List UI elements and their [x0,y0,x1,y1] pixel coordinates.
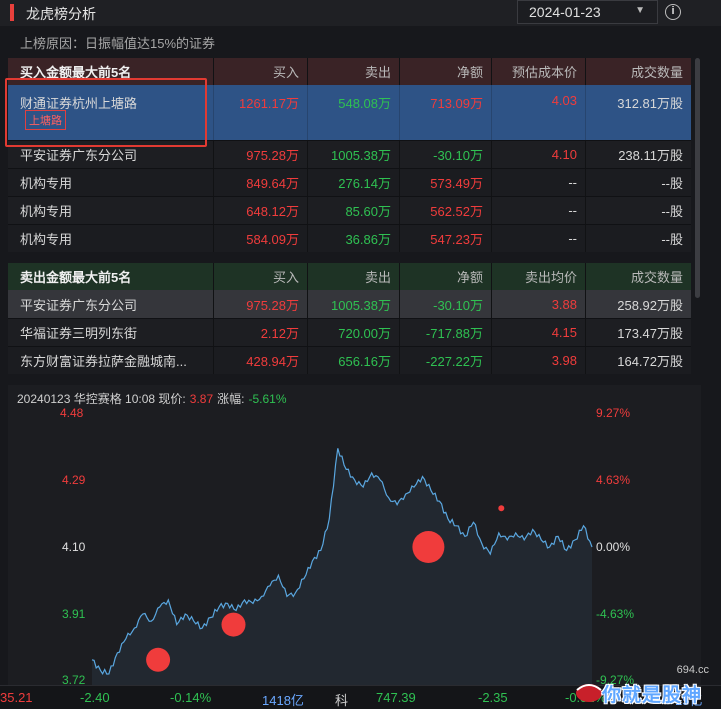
watermark-site: 694.cc [676,664,709,676]
volume: 312.81万股 [617,96,683,111]
accent-bar [10,4,14,21]
ticker-market: 科 [335,693,349,708]
avg-sell-price: 3.88 [492,290,586,318]
ticker-value: 35.21 [0,690,33,705]
ticker-change: -2.40 [80,690,110,705]
cost-price: 4.10 [492,141,586,168]
net-amount: 573.49万 [400,169,492,196]
net-amount: -717.88万 [400,319,492,346]
sell-amount: 1005.38万 [308,141,400,168]
sell-amount: 276.14万 [308,169,400,196]
table-row[interactable]: 机构专用 648.12万 85.60万 562.52万 -- --股 [8,196,691,224]
listing-reason: 上榜原因：日振幅值达15%的证券 [20,36,216,51]
volume: --股 [661,232,683,247]
net-amount: -227.22万 [400,347,492,374]
table-row[interactable]: 机构专用 849.64万 276.14万 573.49万 -- --股 [8,168,691,196]
sell-amount: 85.60万 [308,197,400,224]
net-amount: 547.23万 [400,225,492,252]
date-value: 2024-01-23 [529,4,601,20]
buy-amount: 2.12万 [214,319,308,346]
buy-amount: 975.28万 [214,141,308,168]
seat-name: 平安证券广东分公司 [8,290,214,318]
ticker-percent: -0.14% [170,690,212,705]
table-row[interactable]: 华福证券三明列东街 2.12万 720.00万 -717.88万 4.15 17… [8,318,691,346]
avg-sell-price: 4.15 [492,319,586,346]
net-amount: -30.10万 [400,290,492,318]
buy-amount: 584.09万 [214,225,308,252]
buy-header-buy: 买入 [214,58,308,85]
net-amount: -30.10万 [400,141,492,168]
seat-name: 机构专用 [8,197,214,224]
buy-header-price: 预估成本价 [492,58,586,85]
buy-amount: 1261.17万 [214,85,308,140]
buy-amount: 975.28万 [214,290,308,318]
volume: 164.72万股 [617,354,683,369]
ticker-value: 747.39 [376,690,416,705]
volume: --股 [661,176,683,191]
avg-sell-price: 3.98 [492,347,586,374]
trade-marker [221,612,246,637]
trade-marker [498,505,505,512]
seat-name: 华福证券三明列东街 [8,319,214,346]
seat-name: 机构专用 [8,169,214,196]
buy-amount: 428.94万 [214,347,308,374]
ticker-change: -2.35 [478,690,508,705]
info-icon[interactable]: i [665,4,681,20]
cost-price: -- [492,197,586,224]
sell-table-header: 卖出金额最大前5名 买入 卖出 净额 卖出均价 成交数量 [8,263,691,290]
date-dropdown[interactable]: 2024-01-23 ▼ [517,0,658,24]
intraday-chart: 20240123 华控赛格 10:08 现价: 3.87 涨幅: -5.61% 4.4… [8,385,701,687]
volume: --股 [661,204,683,219]
volume: 238.11万股 [618,148,683,163]
table-row[interactable]: 东方财富证券拉萨金融城南... 428.94万 656.16万 -227.22万… [8,346,691,374]
buy-header-qty: 成交数量 [630,65,683,80]
trade-marker [146,647,171,672]
sell-header-net: 净额 [400,263,492,290]
trade-marker [412,531,445,563]
seat-name: 机构专用 [8,225,214,252]
cost-price: -- [492,169,586,196]
chevron-down-icon: ▼ [635,5,645,16]
panel-header: 龙虎榜分析 2024-01-23 ▼ i [0,0,721,26]
net-amount: 562.52万 [400,197,492,224]
sell-amount: 548.08万 [308,85,400,140]
chart-plot [91,448,593,685]
buy-amount: 648.12万 [214,197,308,224]
table-row[interactable]: 机构专用 584.09万 36.86万 547.23万 -- --股 [8,224,691,252]
sell-header-buy: 买入 [214,263,308,290]
panel-title: 龙虎榜分析 [26,6,96,22]
cost-price: 4.03 [492,85,586,140]
chart-area-fill [92,448,592,685]
buy-amount: 849.64万 [214,169,308,196]
sell-header-price: 卖出均价 [492,263,586,290]
volume: 258.92万股 [617,297,683,313]
volume: 173.47万股 [617,326,683,341]
table-row[interactable]: 平安证券广东分公司 975.28万 1005.38万 -30.10万 3.88 … [8,290,691,318]
ticker-turnover: 1418亿 [262,693,304,708]
highlight-box [5,78,207,147]
sell-amount: 1005.38万 [308,290,400,318]
sell-amount: 720.00万 [308,319,400,346]
scrollbar[interactable] [695,58,700,298]
sell-amount: 36.86万 [308,225,400,252]
net-amount: 713.09万 [400,85,492,140]
sell-amount: 656.16万 [308,347,400,374]
cost-price: -- [492,225,586,252]
seat-name: 东方财富证券拉萨金融城南... [8,347,214,374]
sell-header-qty: 成交数量 [630,270,683,285]
watermark: 694.cc 你就是股神 [574,664,719,709]
sell-header-name: 卖出金额最大前5名 [8,263,214,290]
watermark-text: 你就是股神 [602,685,703,706]
watermark-logo-icon [576,684,602,702]
buy-header-net: 净额 [400,58,492,85]
buy-header-sell: 卖出 [308,58,400,85]
sell-header-sell: 卖出 [308,263,400,290]
